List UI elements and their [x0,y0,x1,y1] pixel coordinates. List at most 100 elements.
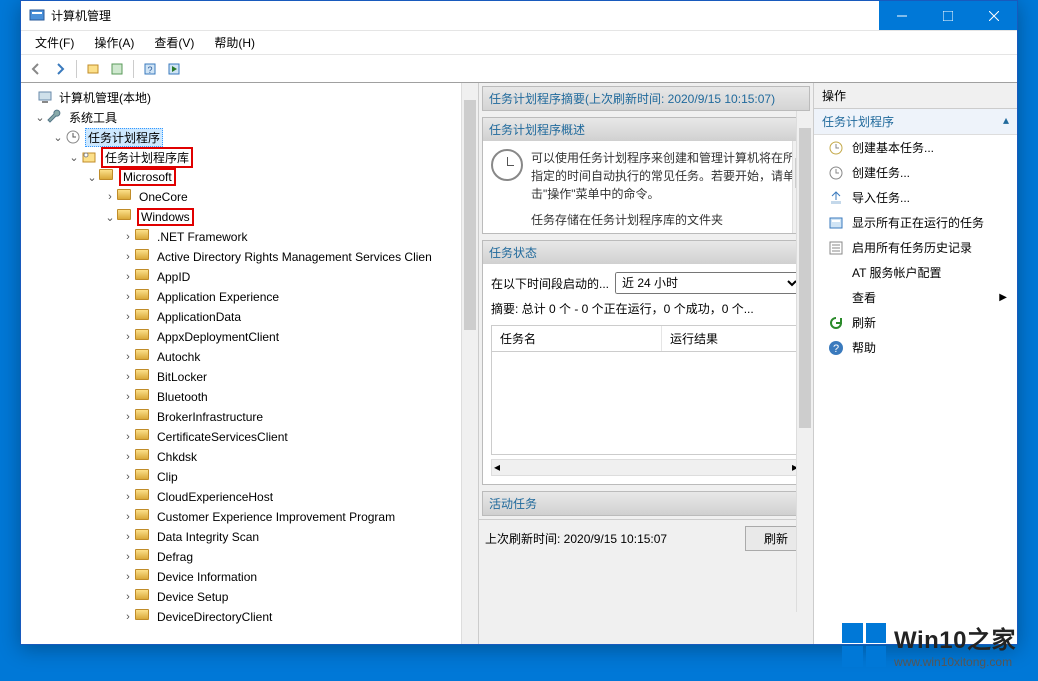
tree-item[interactable]: › BitLocker [23,367,476,387]
tree-label[interactable]: .NET Framework [155,230,249,244]
tree-toggle-icon[interactable]: › [121,571,135,583]
tree-item[interactable]: › Clip [23,467,476,487]
tree-toggle-icon[interactable]: ⌄ [103,211,117,224]
tree-label[interactable]: BrokerInfrastructure [155,410,265,424]
tree-toggle-icon[interactable]: › [121,471,135,483]
tree-toggle-icon[interactable]: › [121,411,135,423]
tree-toggle-icon[interactable]: › [121,291,135,303]
menu-file[interactable]: 文件(F) [25,32,84,53]
tree-item[interactable]: › .NET Framework [23,227,476,247]
status-header[interactable]: 任务状态 ▴ [483,241,809,264]
tree-toggle-icon[interactable]: › [103,191,117,203]
action-item[interactable]: 显示所有正在运行的任务 [814,210,1017,235]
tree-item[interactable]: › Defrag [23,547,476,567]
collapse-icon[interactable]: ▴ [1003,113,1009,130]
tree-item[interactable]: › Active Directory Rights Management Ser… [23,247,476,267]
tree-label[interactable]: AppxDeploymentClient [155,330,281,344]
tree-item[interactable]: › ApplicationData [23,307,476,327]
tree-item[interactable]: › BrokerInfrastructure [23,407,476,427]
tree-toggle-icon[interactable]: › [121,351,135,363]
tree-item[interactable]: › CertificateServicesClient [23,427,476,447]
tree-root[interactable]: 计算机管理(本地) [23,87,476,107]
tree-label[interactable]: BitLocker [155,370,209,384]
tree-label[interactable]: Clip [155,470,180,484]
tree-toggle-icon[interactable]: › [121,391,135,403]
active-tasks-header[interactable]: 活动任务 ▴ [483,492,809,515]
tree-toggle-icon[interactable]: › [121,491,135,503]
minimize-button[interactable] [879,1,925,30]
action-item[interactable]: AT 服务帐户配置 [814,260,1017,285]
tree-label[interactable]: DeviceDirectoryClient [155,610,274,624]
tree-pane[interactable]: 计算机管理(本地) ⌄ 系统工具 ⌄ 任务计划程序 ⌄任务计划程序库 ⌄ Micr… [21,83,479,644]
tree-label[interactable]: 计算机管理(本地) [57,89,153,106]
tree-item[interactable]: › Customer Experience Improvement Progra… [23,507,476,527]
summary-scrollbar[interactable] [796,111,813,612]
toolbar-back-button[interactable] [25,58,47,80]
toolbar-properties-button[interactable] [106,58,128,80]
tree-label[interactable]: Defrag [155,550,195,564]
tree-toggle-icon[interactable]: › [121,251,135,263]
toolbar-help-button[interactable]: ? [139,58,161,80]
close-button[interactable] [971,1,1017,30]
tree-toggle-icon[interactable]: › [121,331,135,343]
tree-label[interactable]: Application Experience [155,290,281,304]
action-item[interactable]: 导入任务... [814,185,1017,210]
tree-toggle-icon[interactable]: › [121,611,135,623]
col-result[interactable]: 运行结果 [662,326,800,351]
tree-item[interactable]: › Bluetooth [23,387,476,407]
tree-label[interactable]: AppID [155,270,192,284]
overview-header[interactable]: 任务计划程序概述 ▴ [483,118,809,141]
tree-toggle-icon[interactable]: › [121,591,135,603]
tree-scrollbar[interactable] [461,83,478,644]
task-table[interactable]: 任务名 运行结果 [491,325,801,455]
tree-label[interactable]: 系统工具 [67,109,119,126]
tree-toggle-icon[interactable]: ⌄ [85,171,99,184]
tree-label[interactable]: Active Directory Rights Management Servi… [155,250,434,264]
tree-label[interactable]: Autochk [155,350,202,364]
tree-label[interactable]: Data Integrity Scan [155,530,261,544]
tree-item[interactable]: › Chkdsk [23,447,476,467]
menu-action[interactable]: 操作(A) [84,32,144,53]
tree-toggle-icon[interactable]: › [121,271,135,283]
tree-label[interactable]: CloudExperienceHost [155,490,275,504]
tree-toggle-icon[interactable]: › [121,371,135,383]
toolbar-up-button[interactable] [82,58,104,80]
tree-label[interactable]: Device Information [155,570,259,584]
task-hscrollbar[interactable]: ◂▸ [491,459,801,476]
tree-item[interactable]: › DeviceDirectoryClient [23,607,476,627]
tree-toggle-icon[interactable]: ⌄ [33,111,47,124]
tree-label[interactable]: Windows [137,208,194,226]
col-task-name[interactable]: 任务名 [492,326,662,351]
tree-label[interactable]: CertificateServicesClient [155,430,290,444]
tree-label[interactable]: ApplicationData [155,310,243,324]
tree-label[interactable]: Microsoft [119,168,176,186]
tree-toggle-icon[interactable]: › [121,311,135,323]
tree-item[interactable]: › CloudExperienceHost [23,487,476,507]
tree-label[interactable]: OneCore [137,190,190,204]
tree-label[interactable]: Customer Experience Improvement Program [155,510,397,524]
toolbar-run-button[interactable] [163,58,185,80]
tree-item[interactable]: › Device Information [23,567,476,587]
toolbar-forward-button[interactable] [49,58,71,80]
tree-toggle-icon[interactable]: ⌄ [51,131,65,144]
tree-label[interactable]: 任务计划程序 [85,128,163,147]
tree-item[interactable]: › Data Integrity Scan [23,527,476,547]
tree-item[interactable]: › Autochk [23,347,476,367]
tree-label[interactable]: Device Setup [155,590,230,604]
tree-onecore[interactable]: › OneCore [67,187,476,207]
tree-toggle-icon[interactable]: › [121,451,135,463]
tree-toggle-icon[interactable]: › [121,511,135,523]
maximize-button[interactable] [925,1,971,30]
tree-item[interactable]: › AppID [23,267,476,287]
tree-toggle-icon[interactable]: › [121,531,135,543]
menu-help[interactable]: 帮助(H) [204,32,265,53]
status-period-select[interactable]: 近 24 小时 [615,272,801,294]
tree-windows[interactable]: ⌄ Windows [67,207,476,227]
tree-toggle-icon[interactable]: ⌄ [67,151,81,164]
actions-group-header[interactable]: 任务计划程序 ▴ [814,109,1017,135]
action-item[interactable]: 查看▶ [814,285,1017,310]
menu-view[interactable]: 查看(V) [144,32,204,53]
tree-task-scheduler-lib[interactable]: ⌄任务计划程序库 [67,147,476,167]
action-item[interactable]: 启用所有任务历史记录 [814,235,1017,260]
tree-task-scheduler[interactable]: ⌄ 任务计划程序 [23,127,476,147]
